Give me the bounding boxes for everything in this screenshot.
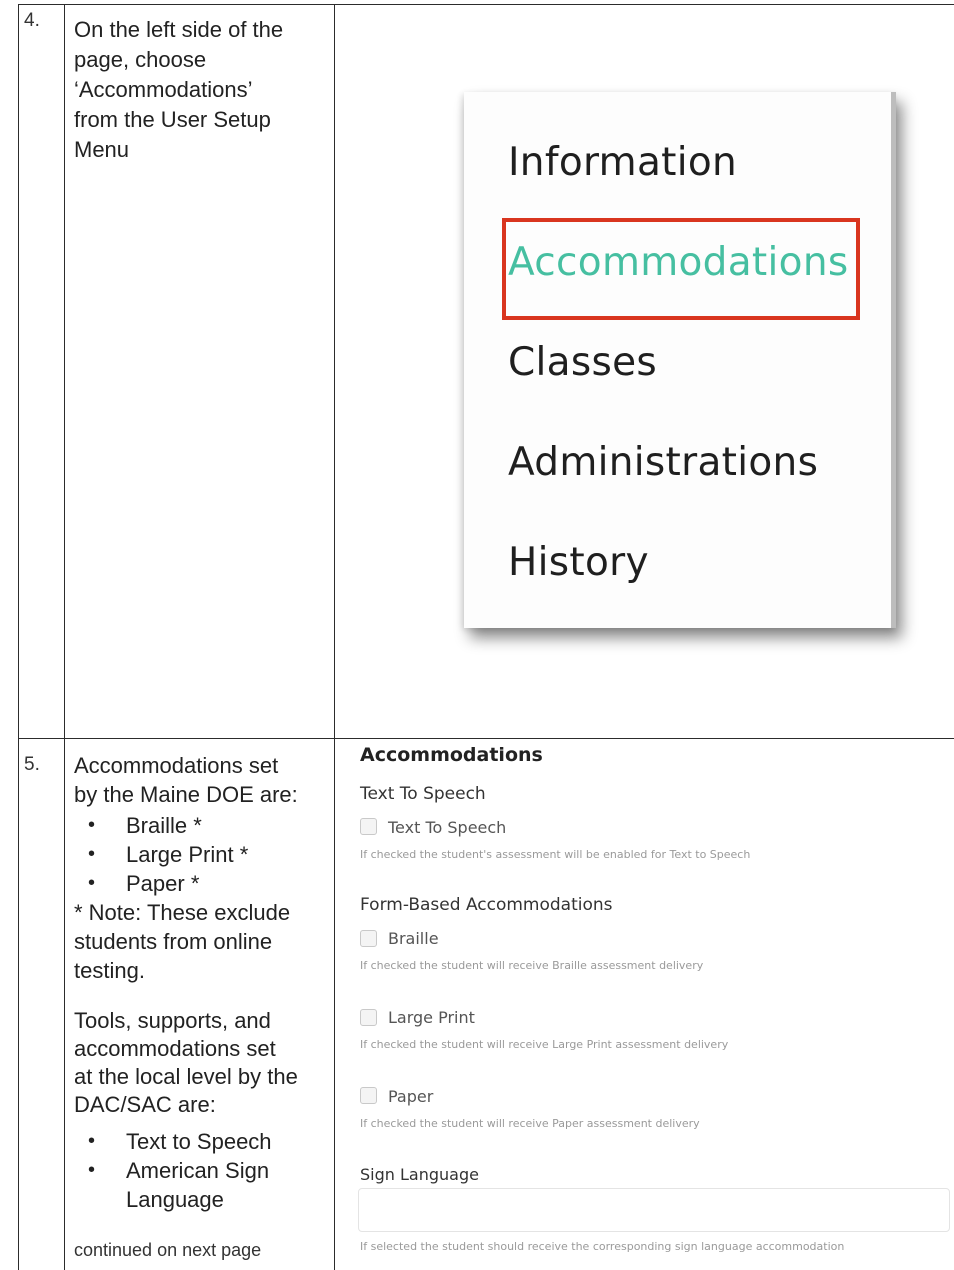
sign-language-description: If selected the student should receive t… (360, 1240, 845, 1253)
local-intro-line: DAC/SAC are: (74, 1092, 216, 1117)
form-title: Accommodations (360, 744, 543, 766)
tts-description: If checked the student's assessment will… (360, 848, 751, 861)
braille-checkbox[interactable] (360, 930, 377, 947)
menu-item-classes[interactable]: Classes (508, 340, 657, 385)
sign-language-section-title: Sign Language (360, 1165, 479, 1184)
menu-item-administrations[interactable]: Administrations (508, 440, 818, 485)
large-print-checkbox[interactable] (360, 1009, 377, 1026)
paper-option-label: Paper (388, 1087, 434, 1106)
tts-option-label: Text To Speech (388, 818, 507, 837)
list-item: Paper * (74, 869, 298, 898)
list-item: Text to Speech (74, 1127, 298, 1156)
doe-accommodation-list: Braille * Large Print * Paper * (74, 811, 298, 898)
local-intro-line: Tools, supports, and (74, 1008, 271, 1033)
instruction-line: Menu (74, 137, 130, 162)
user-setup-menu: Information Accommodations Classes Admin… (464, 92, 896, 628)
form-based-section-title: Form-Based Accommodations (360, 895, 613, 915)
step-instruction: Accommodations set by the Maine DOE are:… (74, 751, 298, 1214)
local-intro-line: at the local level by the (74, 1064, 298, 1089)
instruction-line: On the left side of the (74, 17, 284, 42)
large-print-description: If checked the student will receive Larg… (360, 1038, 729, 1051)
row-divider (18, 738, 954, 739)
step-instruction: On the left side of the page, choose ‘Ac… (74, 15, 283, 165)
local-accommodation-list: Text to Speech American Sign Language (74, 1127, 298, 1214)
content-column-divider (334, 4, 335, 1270)
local-intro-line: accommodations set (74, 1036, 276, 1061)
note-line: * Note: These exclude (74, 900, 291, 925)
instruction-line: page, choose (74, 47, 207, 72)
large-print-option-label: Large Print (388, 1008, 475, 1027)
list-item-continuation: Language (126, 1187, 224, 1212)
tts-section-title: Text To Speech (360, 784, 486, 804)
table-left-border (18, 4, 19, 1270)
step-number: 4. (24, 10, 40, 31)
paper-checkbox[interactable] (360, 1087, 377, 1104)
instruction-line: ‘Accommodations’ (74, 77, 253, 102)
continued-note: continued on next page (74, 1240, 262, 1260)
paper-description: If checked the student will receive Pape… (360, 1117, 700, 1130)
braille-option-label: Braille (388, 929, 439, 948)
menu-item-history[interactable]: History (508, 540, 649, 585)
number-column-divider (64, 4, 65, 1270)
note-line: testing. (74, 958, 145, 983)
sign-language-select[interactable] (358, 1188, 950, 1232)
intro-line: Accommodations set (74, 753, 279, 778)
instruction-line: from the User Setup (74, 107, 271, 132)
braille-description: If checked the student will receive Brai… (360, 959, 704, 972)
list-item: American Sign (74, 1156, 298, 1185)
menu-item-information[interactable]: Information (508, 140, 737, 185)
note-line: students from online (74, 929, 273, 954)
tts-checkbox[interactable] (360, 818, 377, 835)
table-top-border (18, 4, 954, 5)
list-item: Large Print * (74, 840, 298, 869)
list-item: Braille * (74, 811, 298, 840)
highlight-box (502, 218, 860, 320)
step-number: 5. (24, 754, 40, 775)
intro-line: by the Maine DOE are: (74, 782, 298, 807)
